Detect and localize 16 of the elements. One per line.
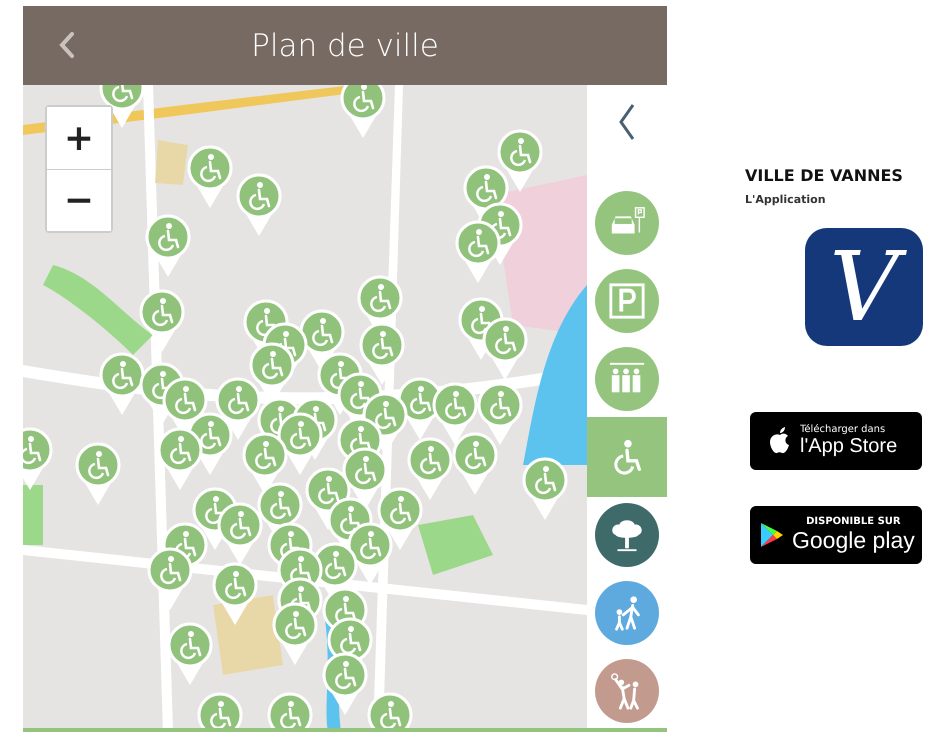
badge-caption: Télécharger dans [800, 424, 886, 435]
app-logo: V [805, 228, 923, 346]
store-badge[interactable]: DISPONIBLE SUR Google play [750, 506, 922, 564]
back-icon[interactable] [57, 31, 77, 59]
apple-icon [768, 427, 792, 455]
screen-title: Plan de ville [251, 28, 439, 64]
store-badge[interactable]: Télécharger dans l'App Store [750, 412, 922, 470]
chevron-left-icon[interactable] [617, 102, 637, 142]
parking-icon [608, 282, 646, 320]
promo-title: VILLE DE VANNES [745, 166, 903, 185]
store-name: Google play [792, 527, 915, 554]
badge-caption: DISPONIBLE SUR [806, 516, 901, 527]
zoom-out-button[interactable]: − [47, 169, 111, 231]
promo-subtitle: L'Application [745, 193, 826, 206]
play-triangle-icon [760, 521, 784, 549]
store-name: l'App Store [800, 435, 898, 458]
